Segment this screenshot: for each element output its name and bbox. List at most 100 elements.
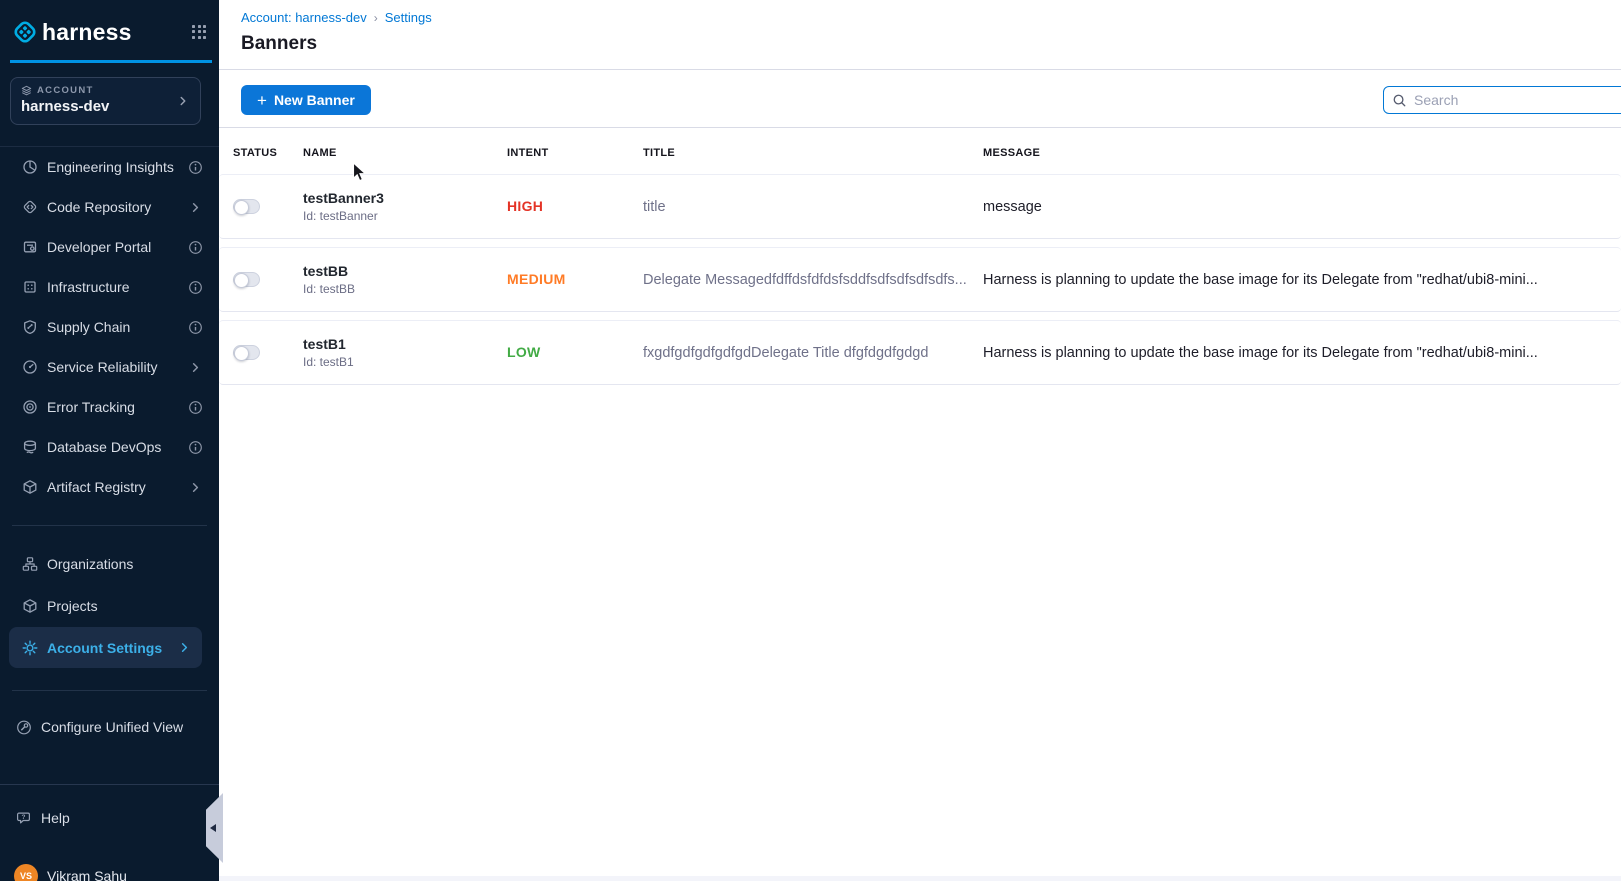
account-label: ACCOUNT [37, 85, 94, 96]
column-header-message: MESSAGE [983, 147, 1621, 159]
banner-message: message [983, 199, 1042, 215]
main-content: Account: harness-dev › Settings Banners … [219, 0, 1621, 881]
harness-logo-icon[interactable] [12, 19, 38, 45]
column-header-status: STATUS [219, 147, 303, 159]
sidebar-item-label: Developer Portal [47, 239, 151, 255]
status-toggle[interactable] [233, 199, 260, 214]
banner-title: Delegate Messagedfdffdsfdfdsfsddfsdfsdfs… [643, 272, 967, 288]
intent-badge: HIGH [507, 198, 543, 214]
new-banner-button[interactable]: + New Banner [241, 85, 371, 115]
sidebar-item-infrastructure[interactable]: Infrastructure [0, 267, 219, 307]
toggle-knob [234, 346, 249, 361]
sidebar-item-help[interactable]: ? Help [0, 798, 219, 838]
logo-text: harness [42, 19, 132, 46]
banner-id: Id: testBanner [303, 209, 507, 223]
banner-title: fxgdfgdfgdfgdfgdDelegate Title dfgfdgdfg… [643, 345, 928, 361]
developer-portal-icon [22, 239, 38, 255]
sidebar-item-configure-unified-view[interactable]: Configure Unified View [0, 707, 219, 747]
infrastructure-icon [22, 279, 38, 295]
chevron-right-icon [188, 360, 203, 375]
divider [219, 69, 1621, 70]
sidebar-item-code-repository[interactable]: Code Repository [0, 187, 219, 227]
sidebar-item-organizations[interactable]: Organizations [0, 544, 219, 584]
status-toggle[interactable] [233, 272, 260, 287]
banner-message: Harness is planning to update the base i… [983, 345, 1538, 361]
error-tracking-icon [22, 399, 38, 415]
avatar-initials: VS [20, 871, 32, 881]
sidebar-item-label: Infrastructure [47, 279, 129, 295]
sidebar-item-supply-chain[interactable]: Supply Chain [0, 307, 219, 347]
breadcrumb-settings-link[interactable]: Settings [385, 10, 432, 25]
organizations-icon [22, 556, 38, 572]
chevron-right-icon [188, 480, 203, 495]
search-input[interactable] [1414, 92, 1621, 108]
new-banner-button-label: New Banner [274, 92, 355, 108]
sidebar-accent-rule [10, 60, 212, 63]
sidebar-item-label: Code Repository [47, 199, 151, 215]
module-picker-icon[interactable] [192, 25, 207, 40]
status-toggle[interactable] [233, 345, 260, 360]
info-icon[interactable] [188, 160, 203, 175]
banner-message: Harness is planning to update the base i… [983, 272, 1538, 288]
sidebar-item-engineering-insights[interactable]: Engineering Insights [0, 147, 219, 187]
info-icon[interactable] [188, 320, 203, 335]
service-reliability-icon [22, 359, 38, 375]
page-title: Banners [241, 33, 317, 55]
chevron-right-icon [188, 200, 203, 215]
divider [12, 525, 207, 526]
svg-text:?: ? [22, 814, 26, 821]
sidebar-item-error-tracking[interactable]: Error Tracking [0, 387, 219, 427]
database-devops-icon [22, 439, 38, 455]
sidebar-item-account-settings[interactable]: Account Settings [9, 627, 202, 668]
search-box [1383, 86, 1621, 114]
logo-row: harness [12, 14, 207, 50]
sidebar-item-label: Account Settings [47, 640, 162, 656]
breadcrumb-account-link[interactable]: Account: harness-dev [241, 10, 367, 25]
module-nav-list: Engineering Insights Code Repository Dev [0, 147, 219, 507]
sidebar-item-artifact-registry[interactable]: Artifact Registry [0, 467, 219, 507]
banner-table: testBanner3 Id: testBanner HIGH title me… [219, 174, 1621, 393]
sidebar-item-label: Service Reliability [47, 359, 157, 375]
plus-icon: + [257, 92, 267, 109]
intent-badge: LOW [507, 344, 541, 360]
search-icon [1392, 93, 1407, 108]
sidebar-item-database-devops[interactable]: Database DevOps [0, 427, 219, 467]
table-row[interactable]: testBanner3 Id: testBanner HIGH title me… [219, 174, 1621, 239]
avatar: VS [14, 864, 38, 881]
sidebar-item-label: Organizations [47, 556, 133, 572]
app-window: harness ACCOUNT harness-dev [0, 0, 1621, 881]
sidebar-item-label: Help [41, 810, 70, 826]
chevron-right-icon [177, 640, 192, 655]
column-header-name: NAME [303, 147, 507, 159]
chevron-right-icon [176, 94, 190, 108]
info-icon[interactable] [188, 240, 203, 255]
gear-icon [22, 640, 38, 656]
sidebar-item-service-reliability[interactable]: Service Reliability [0, 347, 219, 387]
wrench-circle-icon [16, 719, 32, 735]
collapse-arrow-icon [210, 824, 216, 832]
info-icon[interactable] [188, 280, 203, 295]
table-row[interactable]: testB1 Id: testB1 LOW fxgdfgdfgdfgdfgdDe… [219, 320, 1621, 385]
divider [0, 784, 219, 785]
column-header-intent: INTENT [507, 147, 643, 159]
breadcrumb-separator: › [374, 11, 378, 25]
table-header: STATUS NAME INTENT TITLE MESSAGE [219, 140, 1621, 166]
artifact-registry-icon [22, 479, 38, 495]
info-icon[interactable] [188, 440, 203, 455]
banner-name: testB1 [303, 336, 507, 352]
user-profile[interactable]: VS Vikram Sahu [0, 856, 219, 881]
banner-name: testBanner3 [303, 190, 507, 206]
sidebar-item-developer-portal[interactable]: Developer Portal [0, 227, 219, 267]
breadcrumb: Account: harness-dev › Settings [241, 10, 432, 25]
table-row[interactable]: testBB Id: testBB MEDIUM Delegate Messag… [219, 247, 1621, 312]
help-chat-icon: ? [16, 810, 32, 826]
sidebar-item-label: Database DevOps [47, 439, 161, 455]
info-icon[interactable] [188, 400, 203, 415]
account-selector[interactable]: ACCOUNT harness-dev [10, 77, 201, 125]
toggle-knob [234, 200, 249, 215]
engineering-insights-icon [22, 159, 38, 175]
sidebar-item-label: Configure Unified View [41, 719, 183, 735]
user-name: Vikram Sahu [47, 868, 127, 881]
divider [12, 690, 207, 691]
sidebar-item-projects[interactable]: Projects [0, 586, 219, 626]
